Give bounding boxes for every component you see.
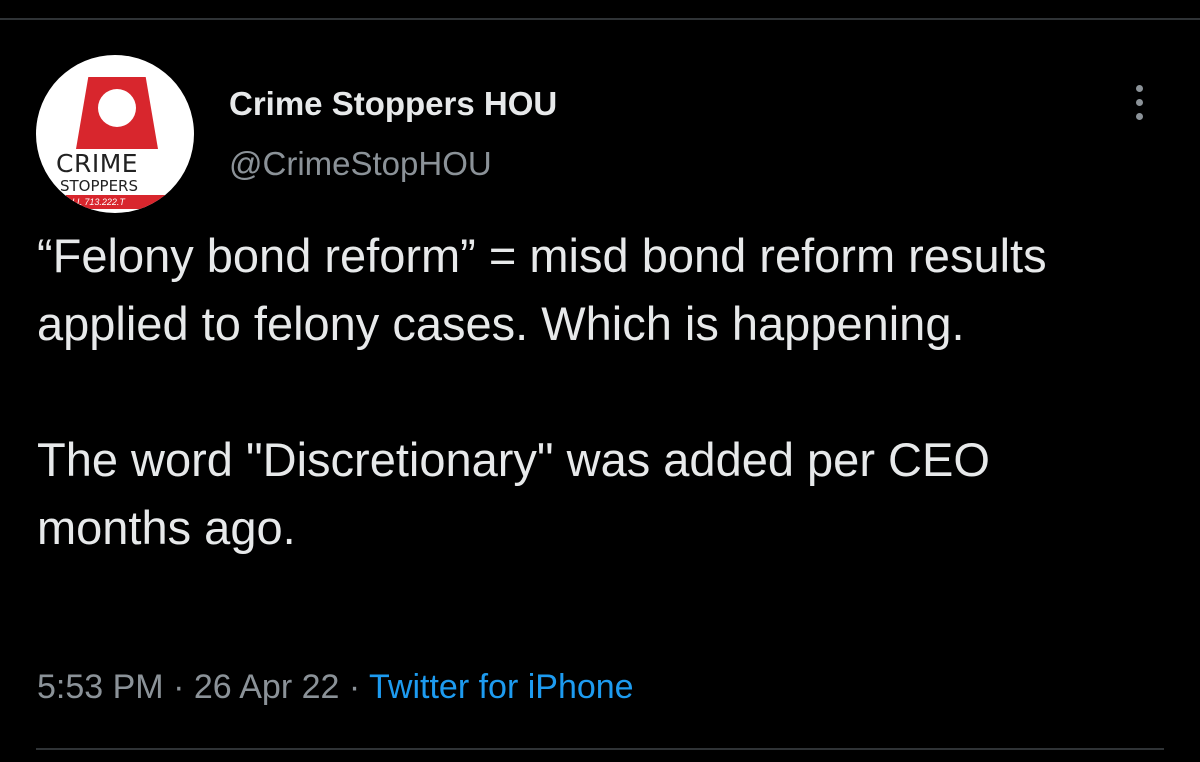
tweet-date[interactable]: 26 Apr 22 bbox=[194, 668, 340, 706]
logo-text-crime: CRIME bbox=[56, 149, 139, 178]
author-handle[interactable]: @CrimeStopHOU bbox=[229, 145, 492, 183]
top-divider bbox=[0, 18, 1200, 20]
avatar[interactable]: CRIME STOPPERS LL 713.222.T bbox=[36, 55, 194, 213]
meta-separator: · bbox=[163, 668, 194, 706]
more-options-icon-dot bbox=[1135, 112, 1143, 120]
more-options-button[interactable] bbox=[1124, 82, 1154, 122]
author-display-name[interactable]: Crime Stoppers HOU bbox=[229, 85, 557, 123]
tweet-source-link[interactable]: Twitter for iPhone bbox=[369, 668, 634, 706]
tweet-text: “Felony bond reform” = misd bond reform … bbox=[37, 222, 1157, 562]
bottom-divider bbox=[36, 748, 1164, 750]
tweet-paragraph-1: “Felony bond reform” = misd bond reform … bbox=[37, 229, 1047, 350]
tweet-paragraph-2: The word "Discretionary" was added per C… bbox=[37, 433, 990, 554]
more-options-icon-dot bbox=[1135, 98, 1143, 106]
logo-dial-icon bbox=[98, 89, 136, 127]
meta-separator-2: · bbox=[339, 668, 370, 706]
logo-phone-strip: LL 713.222.T bbox=[66, 195, 182, 209]
logo-text-stoppers: STOPPERS bbox=[60, 177, 139, 195]
tweet-meta: 5:53 PM · 26 Apr 22 · Twitter for iPhone bbox=[37, 668, 634, 707]
more-options-icon bbox=[1135, 84, 1143, 92]
tweet-time[interactable]: 5:53 PM bbox=[37, 668, 164, 706]
